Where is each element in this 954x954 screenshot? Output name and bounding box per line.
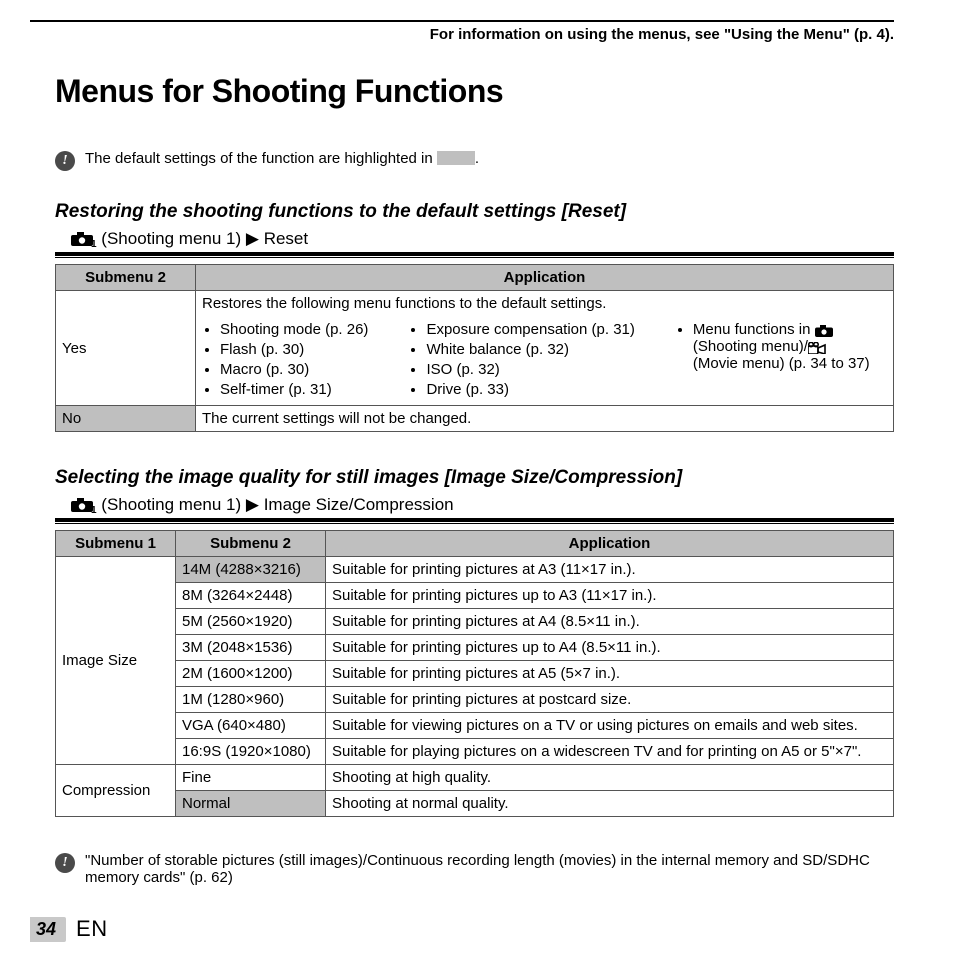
camera-subscript: 1: [91, 239, 97, 250]
reset-yes-intro: Restores the following menu functions to…: [202, 295, 887, 312]
iq-comp-value: Normal: [176, 791, 326, 817]
iq-size-value: 16:9S (1920×1080): [176, 739, 326, 765]
iq-th-sub2: Submenu 2: [176, 531, 326, 557]
table-row: 5M (2560×1920)Suitable for printing pict…: [56, 609, 894, 635]
camera-icon: [71, 232, 93, 246]
table-row: 16:9S (1920×1080)Suitable for playing pi…: [56, 739, 894, 765]
iq-comp-value: Fine: [176, 765, 326, 791]
reset-yes-label: Yes: [56, 291, 196, 406]
page-number: 34: [30, 917, 66, 942]
iq-size-value: 5M (2560×1920): [176, 609, 326, 635]
iq-comp-label: Compression: [56, 765, 176, 817]
iq-path-prefix: (Shooting menu 1): [101, 495, 246, 514]
reset-heading: Restoring the shooting functions to the …: [55, 201, 894, 223]
iq-size-value: VGA (640×480): [176, 713, 326, 739]
header-crossref: For information on using the menus, see …: [30, 26, 894, 43]
list-item: Menu functions in (Shooting menu)/ (Movi…: [693, 321, 870, 372]
iq-comp-app: Shooting at normal quality.: [326, 791, 894, 817]
reset-th-app: Application: [196, 265, 894, 291]
table-row: 8M (3264×2448)Suitable for printing pict…: [56, 583, 894, 609]
table-row: NormalShooting at normal quality.: [56, 791, 894, 817]
iq-menu-path: 1 (Shooting menu 1) ▶ Image Size/Compres…: [55, 493, 894, 521]
iq-size-app: Suitable for viewing pictures on a TV or…: [326, 713, 894, 739]
iq-size-app: Suitable for printing pictures up to A4 …: [326, 635, 894, 661]
reset-no-label: No: [56, 406, 196, 432]
iq-comp-app: Shooting at high quality.: [326, 765, 894, 791]
list-item: ISO (p. 32): [426, 361, 634, 378]
iq-size-app: Suitable for playing pictures on a wides…: [326, 739, 894, 765]
camera-icon: [815, 321, 833, 338]
iq-size-value: 2M (1600×1200): [176, 661, 326, 687]
intro-note: ! The default settings of the function a…: [55, 150, 894, 171]
footnote: ! "Number of storable pictures (still im…: [55, 852, 894, 886]
iq-size-app: Suitable for printing pictures up to A3 …: [326, 583, 894, 609]
iq-th-app: Application: [326, 531, 894, 557]
exclamation-icon: !: [55, 853, 75, 873]
iq-size-app: Suitable for printing pictures at A5 (5×…: [326, 661, 894, 687]
list-item: Shooting mode (p. 26): [220, 321, 368, 338]
reset-path-prefix: (Shooting menu 1): [101, 229, 246, 248]
movie-icon: [808, 338, 826, 355]
reset-no-text: The current settings will not be changed…: [196, 406, 894, 432]
reset-col2: Exposure compensation (p. 31) White bala…: [408, 318, 634, 401]
iq-size-value: 14M (4288×3216): [176, 557, 326, 583]
table-row: 1M (1280×960)Suitable for printing pictu…: [56, 687, 894, 713]
camera-icon: [71, 498, 93, 512]
list-item: Self-timer (p. 31): [220, 381, 368, 398]
camera-subscript: 1: [91, 505, 97, 516]
iq-th-sub1: Submenu 1: [56, 531, 176, 557]
iq-path-target: Image Size/Compression: [264, 495, 454, 514]
list-item: Drive (p. 33): [426, 381, 634, 398]
reset-yes-cell: Restores the following menu functions to…: [196, 291, 894, 406]
language-code: EN: [76, 916, 108, 942]
intro-note-text: The default settings of the function are…: [85, 150, 479, 167]
list-item: Exposure compensation (p. 31): [426, 321, 634, 338]
iq-size-app: Suitable for printing pictures at A3 (11…: [326, 557, 894, 583]
iq-size-value: 8M (3264×2448): [176, 583, 326, 609]
iq-size-label: Image Size: [56, 557, 176, 765]
list-item: Macro (p. 30): [220, 361, 368, 378]
iq-size-app: Suitable for printing pictures at A4 (8.…: [326, 609, 894, 635]
exclamation-icon: !: [55, 151, 75, 171]
footnote-text: "Number of storable pictures (still imag…: [85, 852, 894, 886]
table-row: 2M (1600×1200)Suitable for printing pict…: [56, 661, 894, 687]
iq-size-app: Suitable for printing pictures at postca…: [326, 687, 894, 713]
list-item: Flash (p. 30): [220, 341, 368, 358]
reset-col3: Menu functions in (Shooting menu)/ (Movi…: [675, 318, 870, 401]
highlight-swatch-icon: [437, 151, 475, 165]
page-title: Menus for Shooting Functions: [55, 73, 894, 110]
reset-th-sub2: Submenu 2: [56, 265, 196, 291]
list-item: White balance (p. 32): [426, 341, 634, 358]
iq-size-value: 1M (1280×960): [176, 687, 326, 713]
table-row: CompressionFineShooting at high quality.: [56, 765, 894, 791]
table-row: VGA (640×480)Suitable for viewing pictur…: [56, 713, 894, 739]
reset-table: Submenu 2 Application Yes Restores the f…: [55, 264, 894, 432]
reset-col1: Shooting mode (p. 26) Flash (p. 30) Macr…: [202, 318, 368, 401]
iq-table: Submenu 1 Submenu 2 Application Image Si…: [55, 530, 894, 817]
table-row: 3M (2048×1536)Suitable for printing pict…: [56, 635, 894, 661]
iq-size-value: 3M (2048×1536): [176, 635, 326, 661]
page-footer: 34 EN: [30, 916, 894, 942]
iq-heading: Selecting the image quality for still im…: [55, 467, 894, 489]
reset-path-target: Reset: [264, 229, 308, 248]
reset-menu-path: 1 (Shooting menu 1) ▶ Reset: [55, 227, 894, 255]
table-row: Image Size14M (4288×3216)Suitable for pr…: [56, 557, 894, 583]
